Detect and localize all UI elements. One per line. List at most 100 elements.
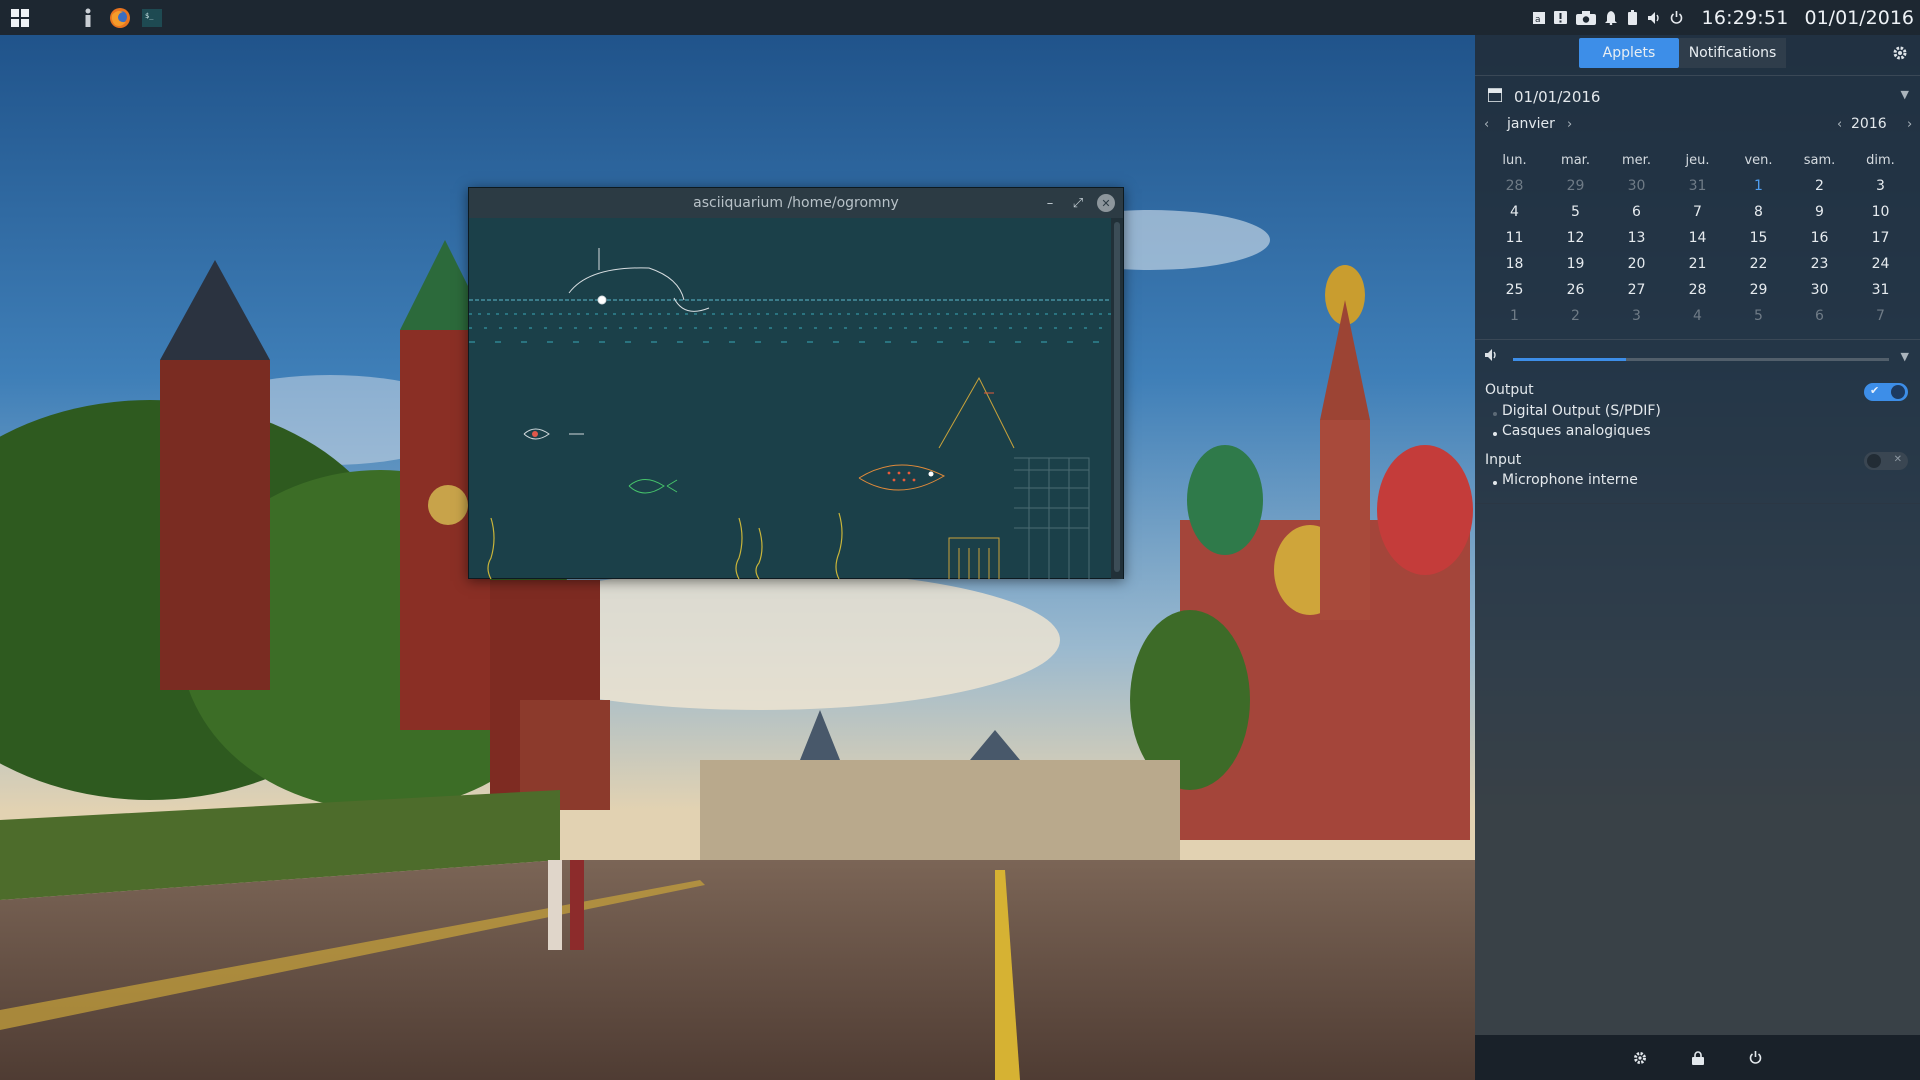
notification-box-icon[interactable] [1550, 0, 1572, 35]
firefox-icon[interactable] [104, 0, 136, 35]
gear-icon[interactable] [1888, 41, 1912, 65]
calendar-day[interactable]: 24 [1850, 256, 1911, 272]
calendar-day[interactable]: 3 [1606, 308, 1667, 324]
terminal-icon[interactable]: $_ [136, 0, 168, 35]
calendar-day[interactable]: 27 [1606, 282, 1667, 298]
settings-icon[interactable] [1631, 1049, 1649, 1067]
prev-month-icon[interactable]: ‹ [1484, 117, 1489, 132]
weekday-label: mar. [1561, 152, 1590, 168]
output-toggle[interactable]: ✔ [1864, 383, 1908, 401]
device-bullet [1493, 412, 1497, 416]
calendar-day[interactable]: 18 [1484, 256, 1545, 272]
volume-icon[interactable] [1644, 0, 1666, 35]
clock-time[interactable]: 16:29:51 [1702, 7, 1789, 29]
power-icon[interactable] [1666, 0, 1688, 35]
input-label: Input [1485, 452, 1522, 468]
output-device-item[interactable]: Casques analogiques [1502, 423, 1651, 439]
calendar-day[interactable]: 5 [1545, 204, 1606, 220]
bell-icon[interactable] [1600, 0, 1622, 35]
calendar-day[interactable]: 1 [1484, 308, 1545, 324]
calendar-day[interactable]: 31 [1667, 178, 1728, 194]
calendar-day[interactable]: 29 [1545, 178, 1606, 194]
terminal-scrollbar[interactable] [1111, 218, 1123, 579]
tab-notifications[interactable]: Notifications [1679, 38, 1786, 68]
calendar-day[interactable]: 12 [1545, 230, 1606, 246]
scrollbar-thumb[interactable] [1114, 222, 1120, 572]
toggle-knob [1867, 454, 1881, 468]
calendar-day[interactable]: 2 [1789, 178, 1850, 194]
calendar-day[interactable]: 29 [1728, 282, 1789, 298]
calendar-day[interactable]: 13 [1606, 230, 1667, 246]
calendar-day[interactable]: 22 [1728, 256, 1789, 272]
calendar-day[interactable]: 14 [1667, 230, 1728, 246]
calendar-day[interactable]: 6 [1789, 308, 1850, 324]
chevron-down-icon[interactable]: ▼ [1901, 350, 1909, 363]
calendar-day[interactable]: 10 [1850, 204, 1911, 220]
calendar-day[interactable]: 8 [1728, 204, 1789, 220]
next-month-icon[interactable]: › [1567, 117, 1572, 132]
weekday-label: dim. [1866, 152, 1895, 168]
check-icon: ✔ [1870, 384, 1880, 397]
battery-icon[interactable] [1622, 0, 1644, 35]
panel-tabs: Applets Notifications [1475, 35, 1920, 73]
calendar-day[interactable]: 7 [1667, 204, 1728, 220]
calendar-day[interactable]: 23 [1789, 256, 1850, 272]
calendar-week: 25 26 27 28 29 30 31 [1484, 277, 1912, 303]
close-icon[interactable]: ✕ [1097, 194, 1115, 212]
calendar-day[interactable]: 9 [1789, 204, 1850, 220]
apps-grid-icon[interactable] [2, 0, 38, 35]
calendar-day[interactable]: 28 [1484, 178, 1545, 194]
calendar-week: 4 5 6 7 8 9 10 [1484, 199, 1912, 225]
calendar-day[interactable]: 17 [1850, 230, 1911, 246]
calendar-day[interactable]: 21 [1667, 256, 1728, 272]
calendar-day-today[interactable]: 1 [1728, 178, 1789, 194]
calendar-day[interactable]: 6 [1606, 204, 1667, 220]
info-icon[interactable] [72, 0, 104, 35]
year-label: 2016 [1851, 116, 1887, 132]
tab-applets[interactable]: Applets [1579, 38, 1679, 68]
volume-slider[interactable] [1513, 358, 1889, 361]
camera-icon[interactable] [1572, 0, 1600, 35]
power-icon[interactable] [1747, 1049, 1765, 1067]
calendar-day[interactable]: 3 [1850, 178, 1911, 194]
toggle-knob [1891, 385, 1905, 399]
calendar-day[interactable]: 16 [1789, 230, 1850, 246]
keyboard-layout-icon[interactable]: a [1528, 0, 1550, 35]
calendar-day[interactable]: 30 [1789, 282, 1850, 298]
input-device-item[interactable]: Microphone interne [1502, 472, 1638, 488]
calendar-day[interactable]: 4 [1484, 204, 1545, 220]
clock-date[interactable]: 01/01/2016 [1804, 7, 1914, 29]
volume-icon[interactable] [1485, 349, 1499, 365]
calendar-day[interactable]: 5 [1728, 308, 1789, 324]
calendar-day[interactable]: 26 [1545, 282, 1606, 298]
device-bullet-active [1493, 432, 1497, 436]
output-device-item[interactable]: Digital Output (S/PDIF) [1502, 403, 1661, 419]
chevron-down-icon[interactable]: ▼ [1901, 88, 1909, 101]
minimize-icon[interactable]: – [1041, 194, 1059, 212]
terminal-titlebar[interactable]: asciiquarium /home/ogromny – ⤢ ✕ [469, 188, 1123, 218]
calendar-day[interactable]: 31 [1850, 282, 1911, 298]
calendar-day[interactable]: 2 [1545, 308, 1606, 324]
terminal-window[interactable]: asciiquarium /home/ogromny – ⤢ ✕ [468, 187, 1124, 579]
maximize-icon[interactable]: ⤢ [1069, 194, 1087, 212]
calendar-day[interactable]: 20 [1606, 256, 1667, 272]
calendar-day[interactable]: 4 [1667, 308, 1728, 324]
input-toggle[interactable]: ✕ [1864, 452, 1908, 470]
next-year-icon[interactable]: › [1907, 117, 1912, 132]
side-panel: Applets Notifications 01/01/2016 ▼ ‹ jan… [1475, 35, 1920, 1080]
calendar-day[interactable]: 7 [1850, 308, 1911, 324]
calendar-day[interactable]: 15 [1728, 230, 1789, 246]
calendar-day[interactable]: 19 [1545, 256, 1606, 272]
calendar-week: 28 29 30 31 1 2 3 [1484, 173, 1912, 199]
calendar-day[interactable]: 28 [1667, 282, 1728, 298]
prev-year-icon[interactable]: ‹ [1837, 117, 1842, 132]
weekday-header: lun. mar. mer. jeu. ven. sam. dim. [1484, 147, 1912, 173]
calendar-header[interactable]: 01/01/2016 ▼ [1475, 81, 1920, 113]
close-icon: ✕ [1893, 454, 1902, 465]
calendar-day[interactable]: 11 [1484, 230, 1545, 246]
lock-icon[interactable] [1689, 1049, 1707, 1067]
calendar-day[interactable]: 30 [1606, 178, 1667, 194]
system-tray: a 16:29:51 01/01/2016 [1528, 0, 1920, 35]
taskbar: $_ a 16:29:51 01/01/2016 [0, 0, 1920, 35]
calendar-day[interactable]: 25 [1484, 282, 1545, 298]
